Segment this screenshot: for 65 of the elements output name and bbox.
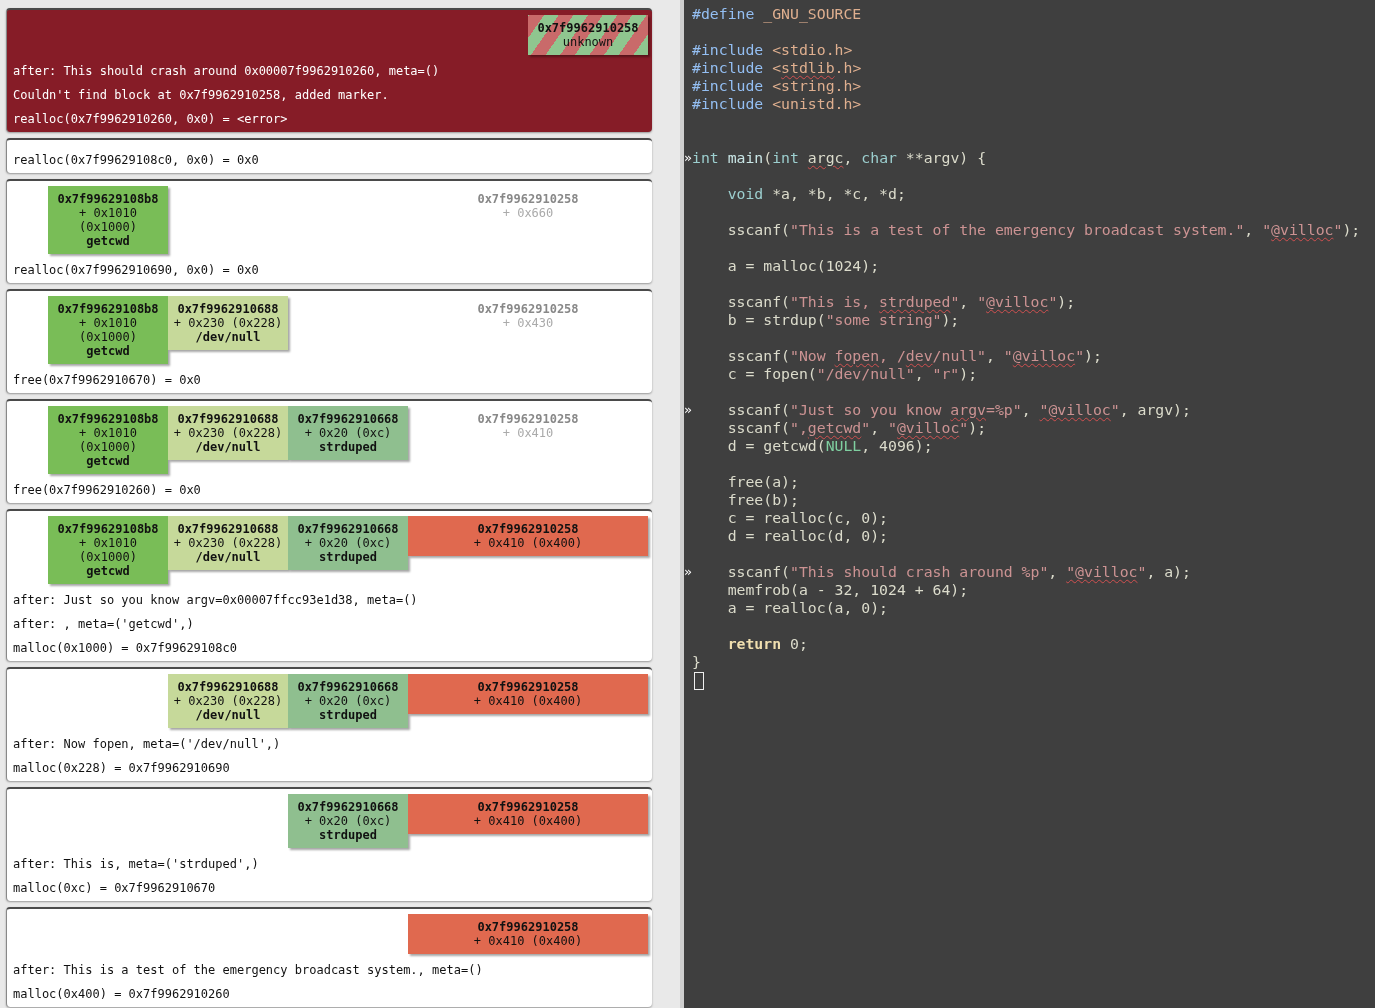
gutter-marker: » (684, 563, 692, 581)
code-line: d = getcwd(NULL, 4096); (726, 437, 933, 455)
code-line: #define _GNU_SOURCE (692, 5, 862, 23)
unknown-marker: 0x7f9962910258 unknown (528, 15, 648, 55)
heap-chunk: 0x7f9962910668 + 0x20 (0xc) strduped (288, 674, 408, 728)
code-line: memfrob(a - 32, 1024 + 64); (726, 581, 969, 599)
code-line: #include <stdlib.h> (692, 59, 862, 77)
code-line: c = fopen("/dev/null", "r"); (726, 365, 978, 383)
gutter-marker: » (684, 149, 692, 167)
heap-chunk: 0x7f9962910258 + 0x410 (0x400) (408, 794, 648, 834)
heap-chunk: 0x7f9962910258 + 0x410 (0x400) (408, 674, 648, 714)
code-line: b = strdup("some string"); (726, 311, 960, 329)
code-line: return 0; (726, 635, 808, 653)
code-line: free(b); (726, 491, 799, 509)
log-line: realloc(0x7f99629108c0, 0x0) = 0x0 (12, 152, 260, 169)
heap-chunk: 0x7f9962910668 + 0x20 (0xc) strduped (288, 516, 408, 570)
log-line: malloc(0x400) = 0x7f9962910260 (12, 986, 231, 1003)
code-line: a = malloc(1024); (726, 257, 880, 275)
log-line: after: , meta=('getcwd',) (12, 616, 195, 633)
heap-chunk: 0x7f9962910258 + 0x410 (0x400) (408, 914, 648, 954)
code-line: free(a); (726, 473, 799, 491)
code-line: sscanf("This is a test of the emergency broadcast system.", "@villoc"); (726, 221, 1361, 239)
log-line: Couldn't find block at 0x7f9962910258, added marker. (12, 87, 390, 104)
code-line: c = realloc(c, 0); (726, 509, 888, 527)
log-line: malloc(0xc) = 0x7f9962910670 (12, 880, 217, 897)
code-line: sscanf(",getcwd", "@villoc"); (726, 419, 987, 437)
log-line: after: This is a test of the emergency broadcast system., meta=() (12, 962, 484, 979)
heap-chunk: 0x7f99629108b8 + 0x1010 (0x1000) getcwd (48, 186, 168, 254)
free-space-label: 0x7f9962910258 + 0x430 (476, 301, 580, 332)
log-line: after: Now fopen, meta=('/dev/null',) (12, 736, 282, 753)
code-line: #include <stdio.h> (692, 41, 853, 59)
log-line: realloc(0x7f9962910690, 0x0) = 0x0 (12, 262, 260, 279)
heap-chunk: 0x7f9962910688 + 0x230 (0x228) /dev/null (168, 516, 288, 570)
log-line: malloc(0x1000) = 0x7f99629108c0 (12, 640, 238, 657)
heap-chunk: 0x7f9962910688 + 0x230 (0x228) /dev/null (168, 674, 288, 728)
free-space-label: 0x7f9962910258 + 0x410 (476, 411, 580, 442)
code-line: void *a, *b, *c, *d; (726, 185, 906, 203)
heap-chunk: 0x7f9962910258 + 0x410 (0x400) (408, 516, 648, 556)
code-line: sscanf("This is, strduped", "@villoc"); (726, 293, 1076, 311)
heap-chunk: 0x7f9962910668 + 0x20 (0xc) strduped (288, 794, 408, 848)
log-line: after: Just so you know argv=0x00007ffcc93e1d38, meta=() (12, 592, 419, 609)
code-line: } (692, 653, 701, 671)
log-line: free(0x7f9962910260) = 0x0 (12, 482, 202, 499)
gutter-marker: » (684, 401, 692, 419)
code-line: sscanf("Just so you know argv=%p", "@villoc", argv); (726, 401, 1191, 419)
heap-chunk: 0x7f99629108b8 + 0x1010 (0x1000) getcwd (48, 296, 168, 364)
heap-chunk: 0x7f99629108b8 + 0x1010 (0x1000) getcwd (48, 516, 168, 584)
free-space-label: 0x7f9962910258 + 0x660 (476, 191, 580, 222)
code-line: int main(int argc, char **argv) { (692, 149, 987, 167)
log-line: after: This should crash around 0x00007f9962910260, meta=() (12, 63, 441, 80)
code-line: sscanf("Now fopen, /dev/null", "@villoc"); (726, 347, 1102, 365)
log-line: after: This is, meta=('strduped',) (12, 856, 260, 873)
text-cursor (694, 672, 704, 690)
code-line: d = realloc(d, 0); (726, 527, 888, 545)
code-line: #include <string.h> (692, 77, 862, 95)
code-line: a = realloc(a, 0); (726, 599, 888, 617)
heap-chunk: 0x7f9962910688 + 0x230 (0x228) /dev/null (168, 406, 288, 460)
code-line: sscanf("This should crash around %p", "@villoc", a); (726, 563, 1191, 581)
heap-chunk: 0x7f99629108b8 + 0x1010 (0x1000) getcwd (48, 406, 168, 474)
log-line: realloc(0x7f9962910260, 0x0) = <error> (12, 111, 289, 128)
code-line: #include <unistd.h> (692, 95, 862, 113)
heap-chunk: 0x7f9962910688 + 0x230 (0x228) /dev/null (168, 296, 288, 350)
log-line: malloc(0x228) = 0x7f9962910690 (12, 760, 231, 777)
heap-chunk: 0x7f9962910668 + 0x20 (0xc) strduped (288, 406, 408, 460)
log-line: free(0x7f9962910670) = 0x0 (12, 372, 202, 389)
